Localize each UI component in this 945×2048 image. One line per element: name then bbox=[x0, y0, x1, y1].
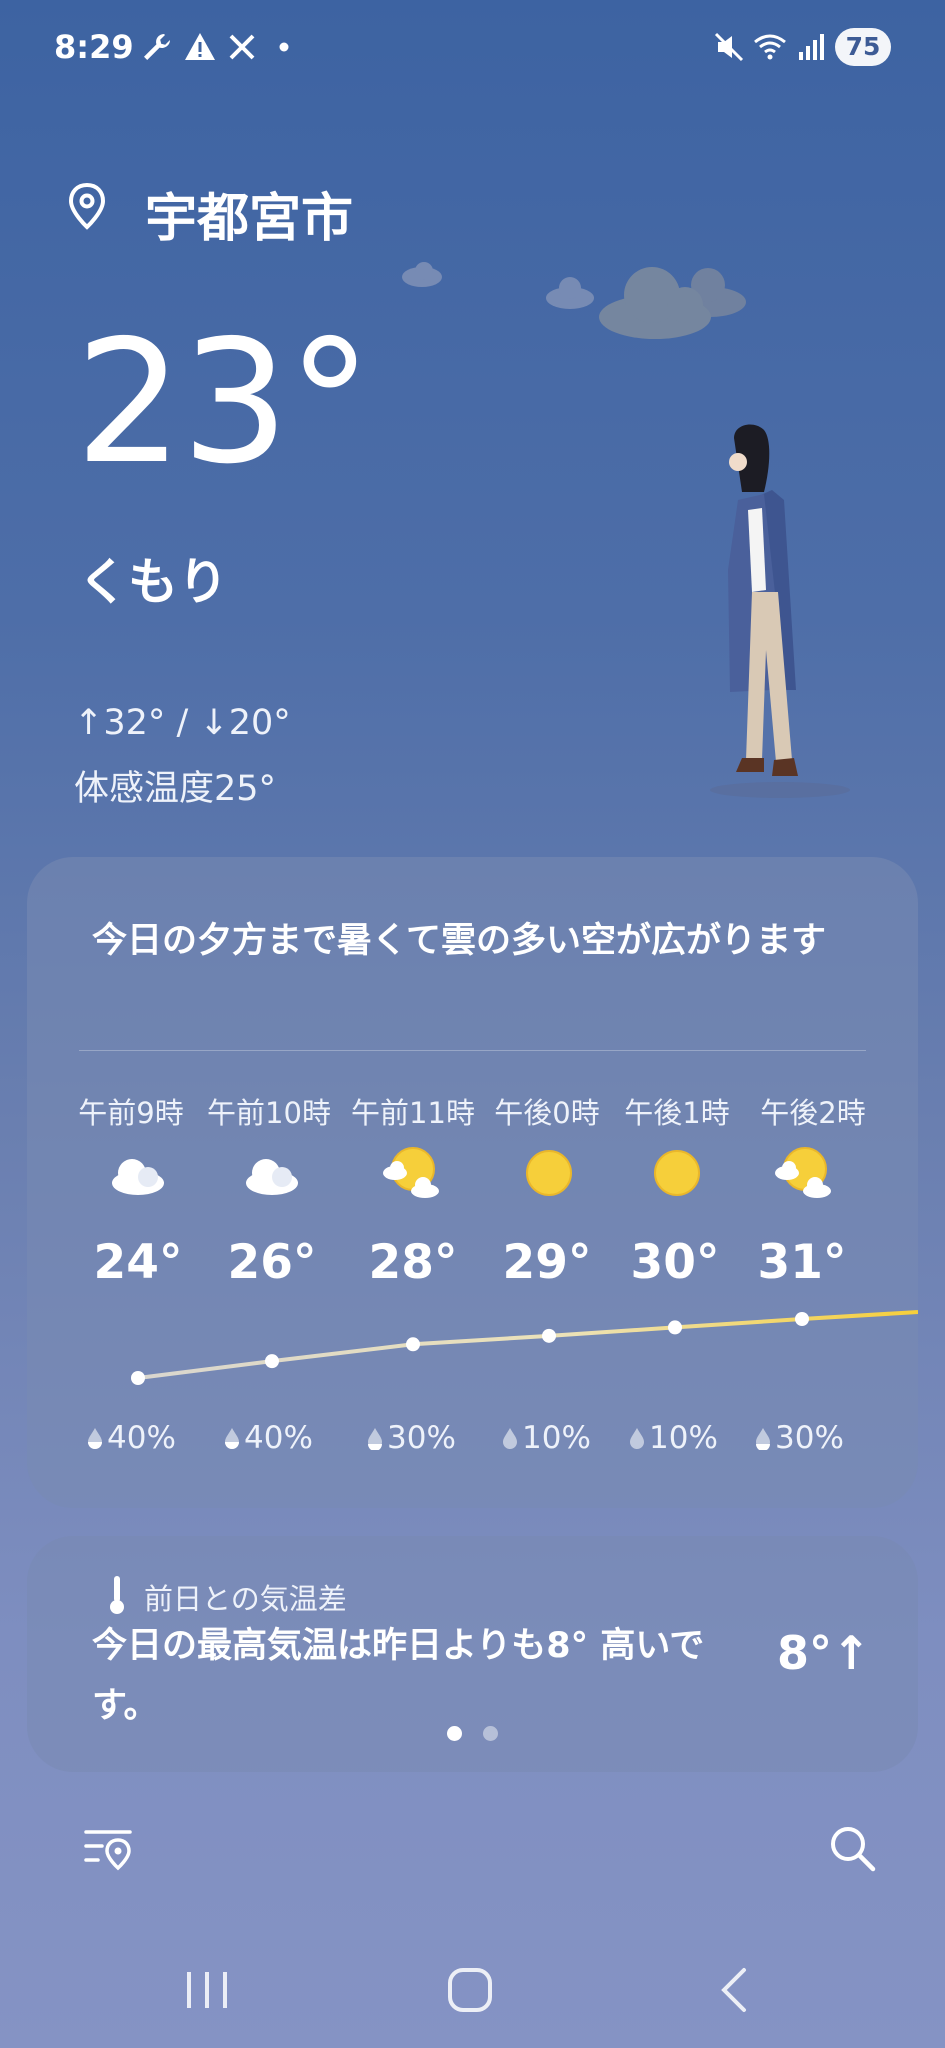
feels-like-temperature: 体感温度25° bbox=[74, 769, 277, 809]
sun-icon bbox=[526, 1150, 572, 1196]
hour-temperature: 31° bbox=[757, 1235, 847, 1290]
weather-condition: くもり bbox=[78, 553, 228, 611]
person-illustration bbox=[710, 424, 850, 798]
hour-label: 午前11時 bbox=[351, 1096, 475, 1130]
x-app-icon bbox=[229, 34, 255, 60]
precipitation-value: 10% bbox=[522, 1420, 591, 1456]
current-temperature: 23° bbox=[75, 304, 372, 502]
raindrop-icon bbox=[225, 1428, 239, 1449]
hour-label: 午後1時 bbox=[624, 1096, 730, 1130]
hour-label: 午後0時 bbox=[494, 1096, 600, 1130]
precipitation-chance: 10% bbox=[500, 1420, 591, 1456]
temperature-point bbox=[542, 1328, 556, 1343]
hour-label: 午前10時 bbox=[207, 1096, 331, 1130]
hour-label: 午前9時 bbox=[78, 1096, 184, 1130]
temperature-point bbox=[265, 1354, 279, 1369]
cloud-icon bbox=[246, 1159, 298, 1195]
hour-label: 午後2時 bbox=[760, 1096, 866, 1130]
sun-cloud-icon bbox=[383, 1147, 439, 1198]
temperature-point bbox=[668, 1320, 682, 1335]
precipitation-chance: 30% bbox=[753, 1420, 844, 1456]
raindrop-icon bbox=[756, 1428, 770, 1450]
page-indicator-active[interactable] bbox=[447, 1726, 462, 1741]
warning-icon bbox=[185, 33, 215, 60]
divider bbox=[79, 1050, 866, 1051]
battery-icon: 75 bbox=[835, 28, 891, 66]
raindrop-icon bbox=[503, 1428, 517, 1449]
forecast-summary: 今日の夕方まで暑くて雲の多い空が広がります bbox=[92, 921, 826, 961]
precipitation-chance: 30% bbox=[365, 1420, 456, 1456]
precipitation-chance: 40% bbox=[222, 1420, 313, 1456]
temperature-difference-card[interactable]: 前日との気温差 今日の最高気温は昨日よりも8° 高いです。 8°↑ bbox=[27, 1536, 918, 1772]
mute-icon bbox=[714, 32, 744, 62]
precipitation-chance: 10% bbox=[627, 1420, 718, 1456]
temperature-point bbox=[795, 1312, 809, 1326]
status-time: 8:29 bbox=[54, 28, 134, 66]
high-low-temperature: ↑32° / ↓20° bbox=[74, 703, 291, 743]
temperature-difference-text: 今日の最高気温は昨日よりも8° 高いです。 bbox=[92, 1626, 705, 1726]
raindrop-icon bbox=[88, 1428, 102, 1449]
temperature-point bbox=[406, 1337, 420, 1352]
precipitation-value: 30% bbox=[775, 1420, 844, 1456]
home-button[interactable] bbox=[440, 1960, 500, 2020]
dot-icon bbox=[279, 42, 289, 52]
wrench-icon bbox=[144, 34, 170, 60]
search-icon[interactable] bbox=[828, 1824, 878, 1874]
raindrop-icon bbox=[630, 1428, 644, 1449]
back-button[interactable] bbox=[706, 1960, 766, 2020]
raindrop-icon bbox=[368, 1428, 382, 1450]
hour-temperature: 24° bbox=[93, 1235, 183, 1290]
hour-temperature: 26° bbox=[227, 1235, 317, 1290]
clouds-illustration bbox=[402, 262, 746, 339]
cloud-icon bbox=[112, 1159, 164, 1195]
temperature-difference-label: 前日との気温差 bbox=[144, 1582, 347, 1616]
signal-icon bbox=[799, 34, 824, 60]
temperature-point bbox=[131, 1371, 145, 1385]
precipitation-chance: 40% bbox=[85, 1420, 176, 1456]
wifi-icon bbox=[754, 34, 786, 60]
sun-icon bbox=[654, 1150, 700, 1196]
recent-apps-button[interactable] bbox=[177, 1960, 237, 2020]
precipitation-value: 40% bbox=[107, 1420, 176, 1456]
precipitation-value: 40% bbox=[244, 1420, 313, 1456]
hourly-forecast-card[interactable]: 今日の夕方まで暑くて雲の多い空が広がります 午前9時 午前10時 午前11時 午… bbox=[27, 857, 918, 1508]
temperature-line bbox=[137, 1310, 918, 1380]
hour-temperature: 28° bbox=[368, 1235, 458, 1290]
location-pin-icon[interactable] bbox=[66, 182, 108, 230]
location-list-icon[interactable] bbox=[84, 1824, 134, 1874]
sun-cloud-icon bbox=[775, 1147, 831, 1198]
precipitation-value: 30% bbox=[387, 1420, 456, 1456]
temperature-difference-value: 8°↑ bbox=[777, 1626, 871, 1680]
page-indicator[interactable] bbox=[483, 1726, 498, 1741]
thermometer-icon bbox=[110, 1576, 124, 1614]
location-name[interactable]: 宇都宮市 bbox=[145, 176, 353, 251]
precipitation-value: 10% bbox=[649, 1420, 718, 1456]
